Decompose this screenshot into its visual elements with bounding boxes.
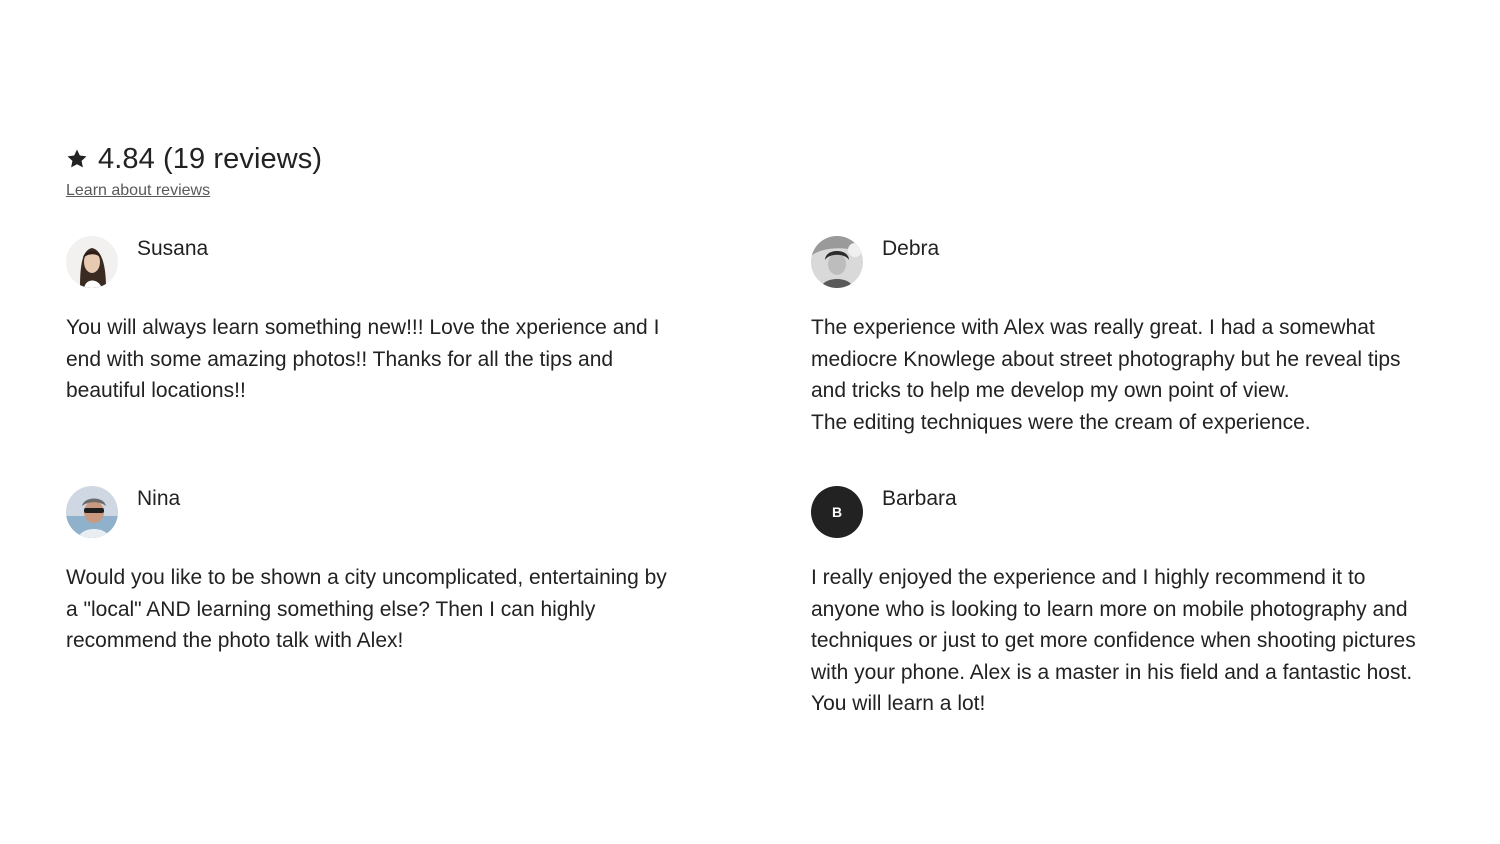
review-date [882, 515, 957, 527]
review-header: Debra [811, 236, 1421, 290]
review-date [137, 515, 180, 527]
reviewer-info: Barbara [882, 486, 957, 527]
reviewer-name: Debra [882, 237, 940, 260]
reviewer-name: Barbara [882, 487, 957, 510]
avatar[interactable]: B [811, 486, 863, 538]
review-date [137, 265, 208, 277]
review-text: The experience with Alex was really grea… [811, 316, 1401, 434]
review-card: Debra The experience with Alex was reall… [811, 236, 1421, 438]
avatar[interactable] [811, 236, 863, 288]
avatar[interactable] [66, 236, 118, 288]
review-text: Would you like to be shown a city uncomp… [66, 566, 667, 652]
reviewer-name: Nina [137, 487, 181, 510]
reviews-section: 4.84 (19 reviews) Learn about reviews Su… [0, 0, 1500, 844]
review-date [882, 265, 939, 277]
review-header: B Barbara [811, 486, 1421, 540]
review-header: Susana [66, 236, 676, 290]
rating-summary: 4.84 (19 reviews) [98, 142, 323, 175]
review-text: I really enjoyed the experience and I hi… [811, 566, 1416, 715]
reviewer-info: Debra [882, 236, 939, 277]
review-card: B Barbara I really enjoyed the experienc… [811, 486, 1421, 720]
reviewer-info: Susana [137, 236, 208, 277]
rating-row: 4.84 (19 reviews) [66, 140, 322, 178]
reviewer-name: Susana [137, 237, 209, 260]
avatar[interactable] [66, 486, 118, 538]
reviews-summary: 4.84 (19 reviews) Learn about reviews [66, 140, 322, 200]
star-icon [66, 148, 88, 170]
review-card: Susana You will always learn something n… [66, 236, 676, 407]
review-header: Nina [66, 486, 676, 540]
avatar-initial: B [831, 504, 843, 520]
learn-about-reviews-link[interactable]: Learn about reviews [66, 182, 210, 200]
review-card: Nina Would you like to be shown a city u… [66, 486, 676, 657]
review-text: You will always learn something new!!! L… [66, 316, 660, 402]
reviewer-info: Nina [137, 486, 180, 527]
